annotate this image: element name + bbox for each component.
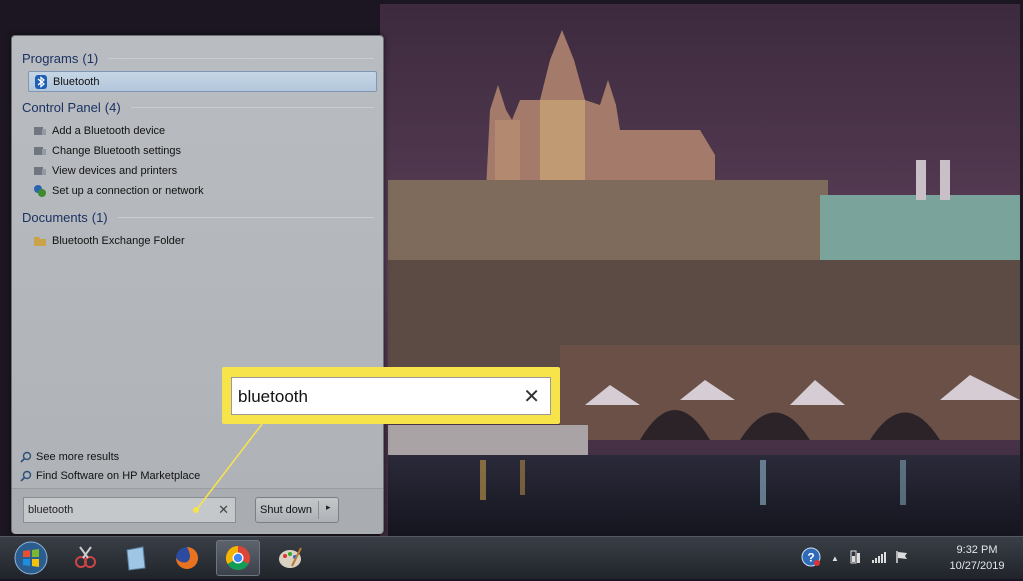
shutdown-label: Shut down	[260, 504, 312, 516]
group-count: (1)	[91, 209, 108, 225]
divider	[117, 216, 374, 218]
see-more-label: See more results	[36, 451, 120, 463]
group-header-control-panel: Control Panel (4)	[22, 98, 374, 116]
bluetooth-icon	[34, 74, 48, 89]
paint-icon	[279, 547, 302, 568]
clock-date: 10/27/2019	[949, 560, 1005, 572]
divider	[130, 106, 374, 108]
device-icon	[33, 164, 47, 178]
clock[interactable]: 9:32 PM 10/27/2019	[944, 542, 1010, 574]
group-count: (1)	[82, 50, 99, 66]
snipping-tool-icon	[75, 546, 96, 568]
result-label: Change Bluetooth settings	[52, 145, 182, 157]
taskbar: ? ▲ 9:32 PM 10/27/2019	[0, 536, 1023, 579]
search-icon	[20, 451, 32, 463]
shutdown-options-arrow-icon[interactable]: ▸	[326, 502, 331, 513]
taskbar-chrome[interactable]	[216, 540, 260, 576]
firefox-icon	[176, 547, 198, 569]
callout-highlight: bluetooth ✕	[222, 367, 560, 424]
search-area: bluetooth ✕ Shut down ▸	[12, 488, 383, 534]
system-tray: ? ▲	[801, 537, 917, 579]
result-view-devices-printers[interactable]: View devices and printers	[28, 161, 376, 181]
group-count: (4)	[104, 99, 121, 115]
divider	[318, 501, 319, 519]
result-label: Add a Bluetooth device	[52, 125, 166, 137]
result-change-bluetooth-settings[interactable]: Change Bluetooth settings	[28, 141, 376, 161]
network-icon	[33, 184, 47, 198]
find-software-link[interactable]: Find Software on HP Marketplace	[20, 470, 200, 482]
find-software-label: Find Software on HP Marketplace	[36, 470, 201, 482]
group-header-programs: Programs (1)	[22, 49, 374, 67]
group-title: Programs	[22, 50, 79, 66]
callout-search-value: bluetooth	[238, 387, 308, 406]
start-menu: Programs (1) Bluetooth Control Panel (4)…	[11, 35, 384, 534]
help-icon[interactable]: ?	[801, 547, 821, 570]
result-bluetooth-exchange-folder[interactable]: Bluetooth Exchange Folder	[28, 231, 376, 251]
taskbar-notepad[interactable]	[113, 540, 157, 576]
taskbar-paint[interactable]	[268, 540, 312, 576]
notepad-icon	[126, 546, 146, 571]
divider	[108, 57, 374, 59]
search-value: bluetooth	[28, 504, 74, 516]
windows-logo-icon	[14, 541, 48, 575]
clear-search-icon[interactable]: ✕	[218, 502, 229, 518]
callout-search-input: bluetooth ✕	[231, 377, 551, 415]
result-bluetooth[interactable]: Bluetooth	[28, 71, 377, 92]
device-icon	[33, 124, 47, 138]
start-button[interactable]	[13, 540, 49, 576]
see-more-results-link[interactable]: See more results	[20, 451, 119, 463]
battery-icon[interactable]	[849, 549, 863, 568]
result-label: Set up a connection or network	[52, 185, 204, 197]
device-icon	[33, 144, 47, 158]
clock-time: 9:32 PM	[956, 544, 998, 556]
taskbar-firefox[interactable]	[165, 540, 209, 576]
show-hidden-icons-icon[interactable]: ▲	[831, 554, 839, 563]
svg-text:?: ?	[807, 550, 814, 564]
group-header-documents: Documents (1)	[22, 208, 374, 226]
result-label: Bluetooth	[53, 75, 100, 88]
result-label: Bluetooth Exchange Folder	[52, 235, 185, 247]
folder-icon	[33, 234, 47, 248]
chrome-icon	[225, 546, 250, 571]
result-label: View devices and printers	[52, 165, 178, 177]
callout-clear-icon: ✕	[523, 386, 540, 408]
search-icon	[20, 470, 32, 482]
group-title: Control Panel	[22, 99, 101, 115]
action-center-flag-icon[interactable]	[895, 550, 909, 567]
shutdown-button[interactable]: Shut down ▸	[255, 497, 339, 523]
search-input[interactable]: bluetooth ✕	[23, 497, 236, 523]
network-signal-icon[interactable]	[871, 550, 887, 567]
taskbar-snipping-tool[interactable]	[63, 540, 107, 576]
result-add-bluetooth-device[interactable]: Add a Bluetooth device	[28, 121, 376, 141]
group-title: Documents	[22, 209, 88, 225]
result-setup-connection[interactable]: Set up a connection or network	[28, 181, 376, 201]
